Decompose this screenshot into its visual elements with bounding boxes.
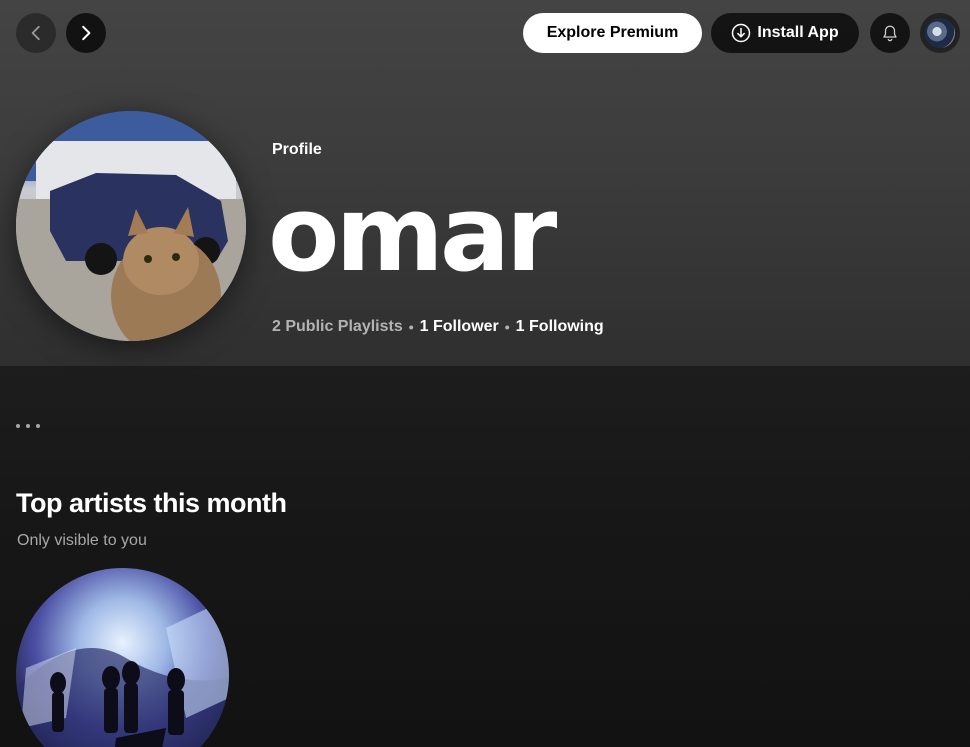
install-app-button[interactable]: Install App: [711, 13, 859, 53]
more-dots-icon: [16, 424, 20, 428]
profile-type-label: Profile: [272, 141, 322, 158]
back-button[interactable]: [16, 13, 56, 53]
notifications-button[interactable]: [870, 13, 910, 53]
user-avatar-button[interactable]: [920, 13, 960, 53]
install-app-label: Install App: [757, 24, 839, 41]
section-subtitle: Only visible to you: [17, 532, 147, 549]
forward-button[interactable]: [66, 13, 106, 53]
following-link[interactable]: 1 Following: [516, 318, 604, 336]
more-options-button[interactable]: [16, 412, 56, 440]
chevron-left-icon: [31, 25, 40, 41]
followers-link[interactable]: 1 Follower: [420, 318, 499, 336]
profile-photo-image: [16, 111, 246, 341]
section-title[interactable]: Top artists this month: [16, 488, 287, 519]
download-icon: [732, 23, 751, 43]
profile-stats: 2 Public Playlists • 1 Follower • 1 Foll…: [272, 318, 604, 336]
profile-picture[interactable]: [16, 111, 246, 341]
avatar: [925, 18, 955, 48]
separator: •: [408, 319, 414, 335]
explore-premium-button[interactable]: Explore Premium: [523, 13, 702, 53]
public-playlists-link[interactable]: 2 Public Playlists: [272, 318, 403, 336]
separator: •: [504, 319, 510, 335]
profile-name: omar: [268, 173, 557, 295]
bell-icon: [883, 25, 897, 42]
explore-premium-label: Explore Premium: [546, 24, 679, 41]
chevron-right-icon: [82, 25, 91, 41]
